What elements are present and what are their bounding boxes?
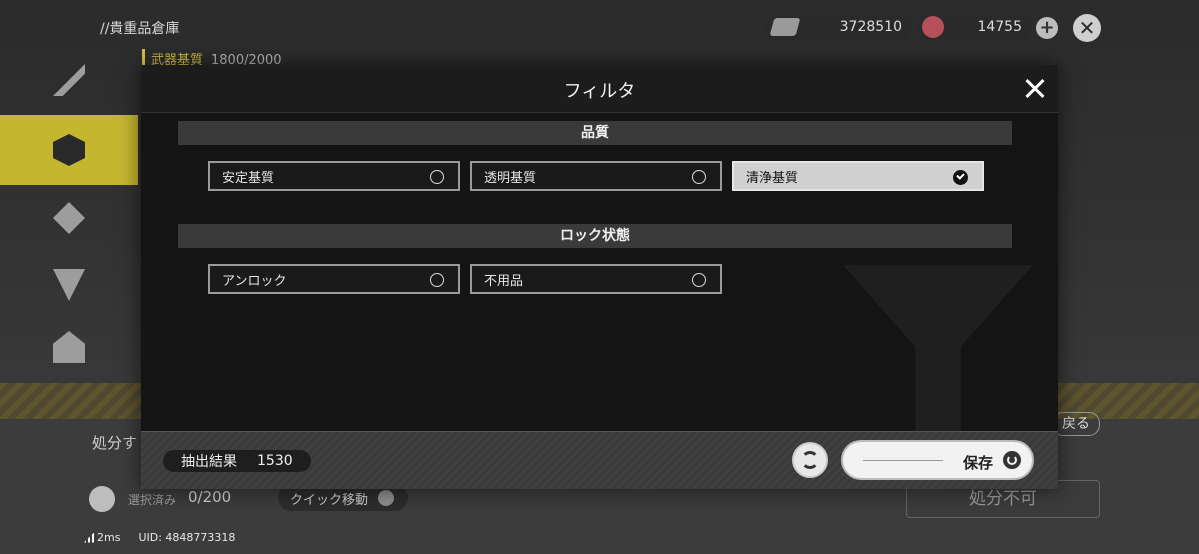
cube-icon [53,134,85,166]
section-heading-quality: 品質 [178,121,1012,145]
option-pure-matrix[interactable]: 清浄基質 [732,161,984,191]
option-label: 安定基質 [222,170,275,186]
signal-icon [84,532,94,543]
confirm-icon [1003,451,1021,469]
sidebar-item-gear[interactable] [0,183,138,253]
result-label: 抽出結果 [181,454,237,470]
filter-dialog: フィルタ 品質 安定基質 透明基質 清浄基質 ロック状態 アンロック 不用品 抽… [141,65,1058,489]
status-bar: 2ms UID: 4848773318 [84,531,235,544]
section-heading-lock-state: ロック状態 [178,224,1012,248]
reset-icon [801,451,819,469]
save-button[interactable]: 保存 [841,440,1034,480]
sidebar-item-misc[interactable] [0,312,138,382]
dialog-header: フィルタ [141,65,1058,113]
selected-label: 選択済み [128,493,177,507]
house-icon [53,331,85,363]
currency-credits: 3728510 [766,13,912,41]
sidebar-item-filter[interactable] [0,250,138,320]
option-label: 不用品 [484,273,524,289]
add-currency-button[interactable]: + [1036,17,1058,39]
close-icon[interactable] [1021,75,1049,103]
quick-move-label: クイック移動 [290,492,369,508]
option-label: 清浄基質 [746,170,799,186]
ping-value: 2ms [97,531,121,544]
radio-icon [692,273,706,287]
option-label: 透明基質 [484,170,537,186]
credits-value: 3728510 [839,19,902,35]
option-stable-matrix[interactable]: 安定基質 [208,161,460,191]
decorative-line [863,460,943,461]
option-label: アンロック [222,273,287,289]
result-count-badge: 抽出結果 1530 [163,450,311,472]
option-transparent-matrix[interactable]: 透明基質 [470,161,722,191]
sidebar-item-matrix[interactable] [0,115,138,185]
result-count: 1530 [257,453,293,469]
radio-icon [692,170,706,184]
dispose-label: 処分す [92,434,138,452]
uid-label: UID: 4848773318 [138,531,236,544]
radio-icon [430,273,444,287]
sidebar-item-tools[interactable] [0,45,138,115]
dialog-footer: 抽出結果 1530 保存 [141,431,1058,489]
gem-icon [922,16,944,38]
tool-icon [53,64,85,96]
select-grid-icon[interactable] [89,486,115,512]
funnel-watermark-icon [843,265,1033,435]
reset-button[interactable] [792,442,828,478]
diamond-icon [53,202,85,234]
selected-count: 0/200 [188,488,232,506]
back-button[interactable]: 戻る [1052,412,1100,436]
save-label: 保存 [963,454,994,472]
credits-icon [769,18,801,36]
close-window-button[interactable]: ✕ [1073,14,1101,42]
checkmark-icon [953,170,968,185]
option-unlock[interactable]: アンロック [208,264,460,294]
recycle-icon [378,490,395,506]
dialog-title: フィルタ [563,81,636,102]
triangle-icon [53,269,85,301]
currency-gems: 14755 [918,13,1032,41]
breadcrumb: //貴重品倉庫 [100,21,180,37]
gems-value: 14755 [977,19,1022,35]
radio-icon [430,170,444,184]
option-junk[interactable]: 不用品 [470,264,722,294]
